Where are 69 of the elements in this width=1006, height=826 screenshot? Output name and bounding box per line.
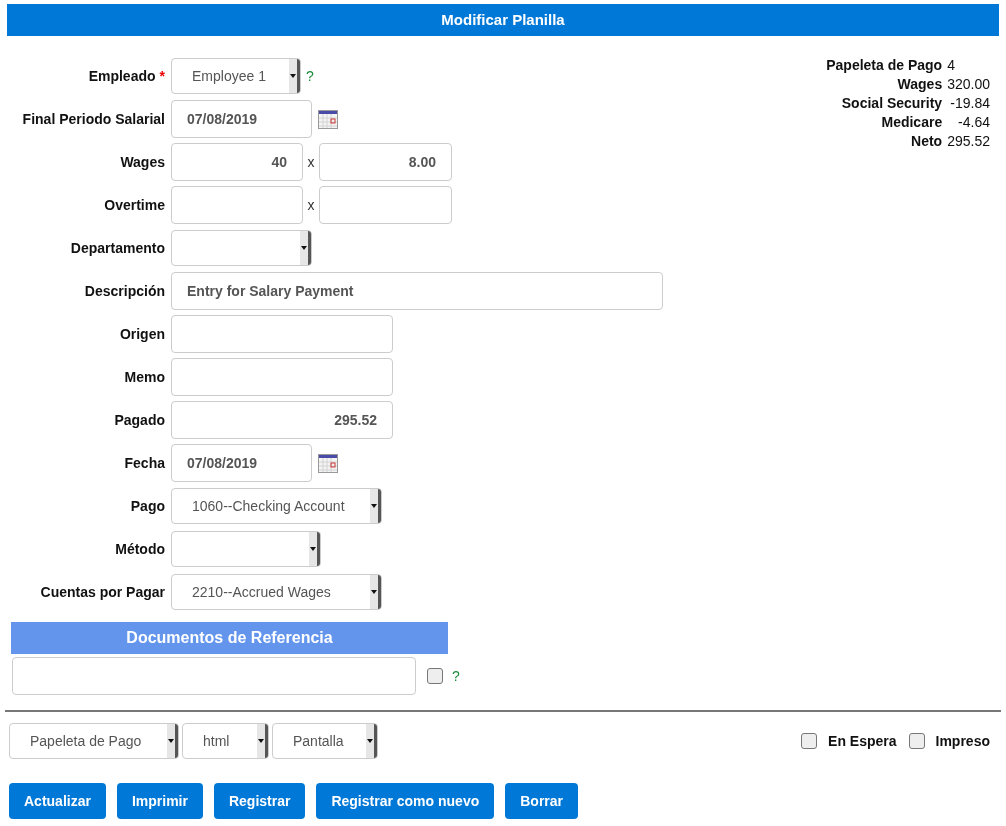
- summary-label: Wages: [896, 76, 943, 92]
- summary-value: -19.84: [949, 95, 990, 111]
- field-label: Final Periodo Salarial: [22, 111, 165, 127]
- field-label: Cuentas por Pagar: [40, 584, 165, 600]
- dropdown[interactable]: Papeleta de Pago: [9, 723, 179, 759]
- input-field[interactable]: 8.00: [319, 143, 452, 181]
- caret-icon: [289, 59, 300, 93]
- caret-icon: [300, 231, 311, 265]
- dropdown[interactable]: html: [182, 723, 269, 759]
- action-button[interactable]: Registrar: [213, 783, 306, 819]
- summary-label: Neto: [910, 133, 943, 149]
- summary-label: Papeleta de Pago: [826, 57, 943, 73]
- checkbox-label: En Espera: [828, 733, 897, 749]
- input-field[interactable]: [12, 657, 416, 695]
- input-field[interactable]: 295.52: [171, 401, 393, 439]
- summary-label: Medicare: [880, 114, 943, 130]
- field-label: Pagado: [114, 412, 165, 428]
- field-label: Wages: [120, 154, 165, 170]
- calendar-icon[interactable]: [318, 109, 338, 129]
- checkbox[interactable]: [801, 733, 818, 749]
- field-label: Departamento: [70, 240, 165, 256]
- input-field[interactable]: 40: [171, 143, 303, 181]
- field-label: Descripción: [84, 283, 165, 299]
- input-field[interactable]: [171, 358, 393, 396]
- caret-icon: [309, 532, 320, 566]
- summary-value: 4: [947, 57, 956, 73]
- summary-label: Social Security: [840, 95, 943, 111]
- help-link[interactable]: ?: [452, 668, 460, 684]
- checkbox[interactable]: [427, 668, 443, 684]
- dropdown[interactable]: 2210--Accrued Wages: [171, 574, 382, 610]
- caret-icon: [257, 724, 268, 758]
- input-field[interactable]: [319, 186, 452, 224]
- input-field[interactable]: Entry for Salary Payment: [171, 272, 663, 310]
- field-label: Empleado: [88, 68, 156, 84]
- action-button[interactable]: Imprimir: [116, 783, 203, 819]
- summary-value: 295.52: [947, 133, 990, 149]
- multiply-sign: x: [306, 154, 316, 170]
- action-button[interactable]: Registrar como nuevo: [316, 783, 495, 819]
- field-label: Overtime: [104, 197, 165, 213]
- caret-icon: [370, 489, 381, 523]
- action-button[interactable]: Actualizar: [9, 783, 106, 819]
- calendar-icon[interactable]: [318, 453, 338, 473]
- field-label: Pago: [130, 498, 165, 514]
- dropdown[interactable]: Pantalla: [272, 723, 378, 759]
- action-button[interactable]: Borrar: [505, 783, 579, 819]
- checkbox-label: Impreso: [935, 733, 990, 749]
- dropdown[interactable]: [171, 230, 312, 266]
- caret-icon: [366, 724, 377, 758]
- summary-value: -4.64: [957, 114, 990, 130]
- date-field[interactable]: 07/08/2019: [171, 100, 312, 138]
- field-label: Memo: [124, 369, 165, 385]
- field-label: Método: [115, 541, 165, 557]
- field-label: Fecha: [124, 455, 165, 471]
- page-title: Modificar Planilla: [7, 4, 999, 36]
- help-link[interactable]: ?: [306, 68, 314, 84]
- dropdown[interactable]: [171, 531, 321, 567]
- input-field[interactable]: [171, 186, 303, 224]
- dropdown[interactable]: 1060--Checking Account: [171, 488, 382, 524]
- checkbox[interactable]: [908, 733, 925, 749]
- field-label: Origen: [119, 326, 165, 342]
- input-field[interactable]: [171, 315, 393, 353]
- required-mark: *: [159, 68, 165, 84]
- caret-icon: [167, 724, 178, 758]
- summary-value: 320.00: [947, 76, 990, 92]
- section-header: Documentos de Referencia: [11, 622, 448, 654]
- date-field[interactable]: 07/08/2019: [171, 444, 312, 482]
- dropdown[interactable]: Employee 1: [171, 58, 301, 94]
- multiply-sign: x: [306, 197, 316, 213]
- caret-icon: [370, 575, 381, 609]
